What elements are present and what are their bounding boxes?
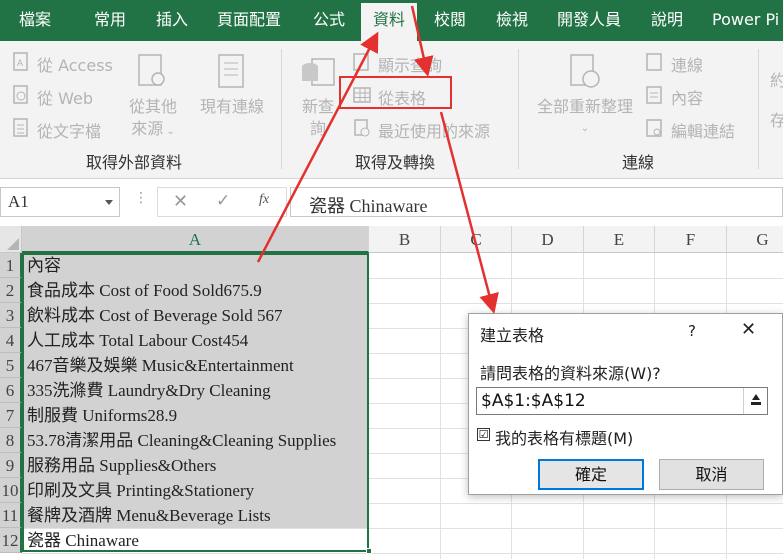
group-label-get-transform: 取得及轉換 bbox=[355, 153, 436, 172]
row-header-7[interactable]: 7 bbox=[0, 403, 22, 428]
tab-review[interactable]: 校閱 bbox=[434, 0, 466, 41]
tab-help[interactable]: 說明 bbox=[651, 0, 683, 41]
recent-sources-button[interactable]: 最近使用的來源 bbox=[378, 118, 490, 142]
collapse-dialog-button[interactable] bbox=[743, 388, 767, 414]
connections-button[interactable]: 連線 bbox=[671, 52, 703, 76]
row-header-10[interactable]: 10 bbox=[0, 478, 22, 503]
formula-input[interactable]: 瓷器 Chinaware bbox=[290, 187, 783, 217]
row-header-11[interactable]: 11 bbox=[0, 503, 22, 528]
column-header-g[interactable]: G bbox=[727, 226, 783, 253]
group-label-external-data: 取得外部資料 bbox=[86, 153, 183, 172]
select-all-icon bbox=[7, 238, 19, 250]
tab-file[interactable]: 檔案 bbox=[19, 0, 51, 41]
new-query-icon bbox=[302, 58, 335, 86]
enter-icon[interactable]: ✓ bbox=[216, 191, 230, 211]
gridline bbox=[22, 553, 783, 554]
refresh-all-button[interactable]: 全部重新整理 ⌄ bbox=[530, 96, 640, 140]
svg-text:A: A bbox=[17, 59, 24, 69]
formula-buttons: ✕ ✓ fx bbox=[157, 187, 287, 217]
cancel-button[interactable]: 取消 bbox=[659, 459, 764, 490]
column-header-a[interactable]: A bbox=[22, 226, 369, 253]
has-headers-label[interactable]: 我的表格有標題(M) bbox=[495, 425, 633, 449]
group-separator bbox=[758, 49, 759, 169]
tab-page-layout[interactable]: 頁面配置 bbox=[217, 0, 281, 41]
create-table-dialog: 建立表格 ? ✕ 請問表格的資料來源(W)? $A$1:$A$12 ☑ 我的表格… bbox=[468, 313, 783, 495]
other-sources-icon bbox=[138, 54, 165, 86]
chevron-down-icon: ⌄ bbox=[163, 126, 175, 137]
select-all-button[interactable] bbox=[0, 226, 22, 253]
edit-links-icon bbox=[646, 119, 662, 137]
ribbon-tab-bar: 檔案 常用 插入 頁面配置 公式 資料 校閱 檢視 開發人員 說明 Power … bbox=[0, 0, 783, 41]
column-header-d[interactable]: D bbox=[512, 226, 584, 253]
column-header-b[interactable]: B bbox=[369, 226, 441, 253]
selection-border bbox=[22, 253, 369, 552]
refresh-all-icon bbox=[570, 54, 600, 88]
edit-links-button[interactable]: 編輯連結 bbox=[671, 118, 735, 142]
tab-developer[interactable]: 開發人員 bbox=[557, 0, 621, 41]
tab-formulas[interactable]: 公式 bbox=[313, 0, 345, 41]
show-queries-button[interactable]: 顯示查詢 bbox=[378, 52, 442, 76]
chevron-down-icon[interactable] bbox=[105, 200, 113, 205]
group-separator bbox=[518, 49, 519, 169]
row-header-12[interactable]: 12 bbox=[0, 528, 22, 553]
more-options-icon[interactable]: ⋮ bbox=[134, 190, 148, 206]
row-header-6[interactable]: 6 bbox=[0, 378, 22, 403]
recent-sources-icon bbox=[354, 119, 370, 137]
text-file-icon bbox=[13, 118, 28, 137]
gridline bbox=[440, 253, 441, 559]
help-button[interactable]: ? bbox=[688, 322, 696, 340]
web-icon bbox=[13, 85, 28, 104]
range-input[interactable]: $A$1:$A$12 bbox=[476, 387, 768, 415]
properties-icon bbox=[646, 86, 662, 104]
row-header-5[interactable]: 5 bbox=[0, 353, 22, 378]
connections-icon bbox=[646, 53, 662, 71]
show-queries-icon bbox=[353, 53, 369, 71]
row-header-9[interactable]: 9 bbox=[0, 453, 22, 478]
ribbon: A 從 Access 從 Web 從文字檔 從其他 來源 ⌄ 現有連線 取得外部… bbox=[0, 41, 783, 179]
tab-insert[interactable]: 插入 bbox=[156, 0, 188, 41]
name-box[interactable]: A1 bbox=[0, 187, 120, 217]
from-web-button[interactable]: 從 Web bbox=[37, 85, 93, 109]
collapse-icon-bar bbox=[751, 402, 761, 405]
collapse-icon bbox=[752, 394, 760, 400]
from-text-button[interactable]: 從文字檔 bbox=[37, 118, 101, 142]
chevron-down-icon: ⌄ bbox=[580, 123, 590, 134]
group-separator bbox=[281, 49, 282, 169]
formula-bar: A1 ⋮ ✕ ✓ fx 瓷器 Chinaware bbox=[0, 179, 783, 226]
new-query-button[interactable]: 新查 詢 bbox=[296, 96, 340, 140]
tab-data[interactable]: 資料 bbox=[361, 3, 418, 41]
tab-view[interactable]: 檢視 bbox=[496, 0, 528, 41]
from-access-button[interactable]: 從 Access bbox=[37, 52, 113, 76]
column-header-e[interactable]: E bbox=[584, 226, 655, 253]
row-header-2[interactable]: 2 bbox=[0, 278, 22, 303]
column-header-c[interactable]: C bbox=[441, 226, 512, 253]
insert-function-icon[interactable]: fx bbox=[259, 192, 269, 208]
tab-home[interactable]: 常用 bbox=[94, 0, 126, 41]
access-icon: A bbox=[13, 52, 28, 71]
column-header-f[interactable]: F bbox=[655, 226, 727, 253]
group-label-connections: 連線 bbox=[622, 153, 655, 172]
row-header-3[interactable]: 3 bbox=[0, 303, 22, 328]
tab-power-pivot[interactable]: Power Pi bbox=[712, 0, 779, 41]
row-header-4[interactable]: 4 bbox=[0, 328, 22, 353]
properties-button[interactable]: 內容 bbox=[671, 85, 703, 109]
dialog-title: 建立表格 bbox=[480, 326, 545, 345]
range-prompt: 請問表格的資料來源(W)? bbox=[480, 364, 661, 383]
ok-button[interactable]: 確定 bbox=[538, 459, 644, 490]
cancel-icon[interactable]: ✕ bbox=[173, 191, 188, 212]
fill-handle[interactable] bbox=[366, 548, 372, 554]
from-other-sources-button[interactable]: 從其他 來源 ⌄ bbox=[122, 96, 184, 143]
has-headers-checkbox[interactable]: ☑ bbox=[477, 428, 490, 441]
row-header-1[interactable]: 1 bbox=[0, 253, 22, 278]
row-header-8[interactable]: 8 bbox=[0, 428, 22, 453]
existing-connections-button[interactable]: 現有連線 bbox=[194, 96, 270, 118]
cutoff-button[interactable]: 約 存 bbox=[768, 61, 783, 141]
highlight-box bbox=[339, 76, 452, 109]
close-icon[interactable]: ✕ bbox=[741, 319, 756, 340]
existing-connections-icon bbox=[218, 54, 244, 88]
